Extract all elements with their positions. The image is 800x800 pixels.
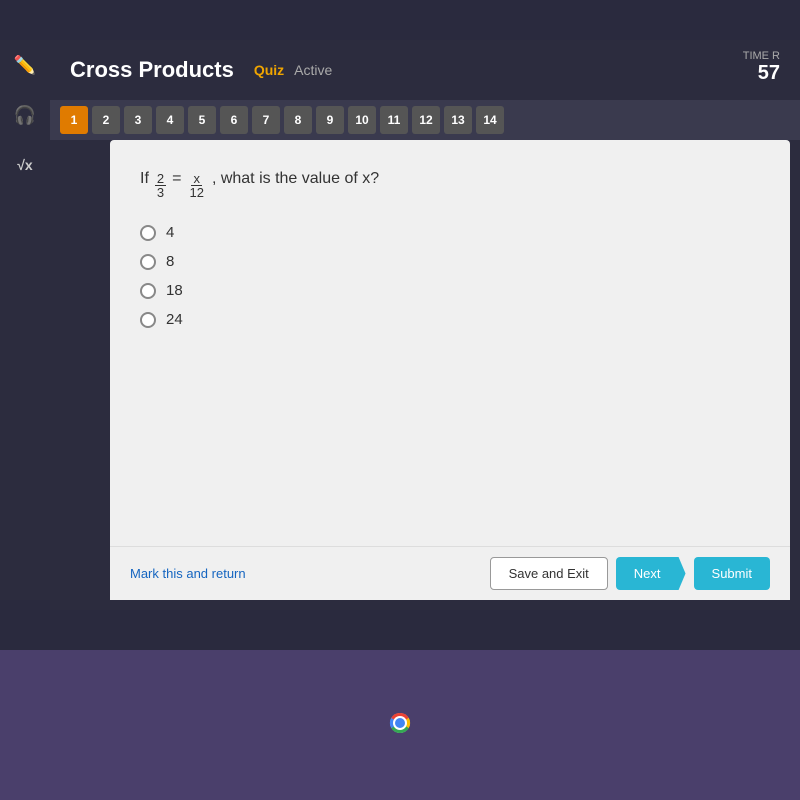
- question-num-14[interactable]: 14: [476, 106, 504, 134]
- question-num-1[interactable]: 1: [60, 106, 88, 134]
- question-num-13[interactable]: 13: [444, 106, 472, 134]
- question-num-9[interactable]: 9: [316, 106, 344, 134]
- timer-section: TIME R 57: [743, 50, 780, 85]
- question-num-3[interactable]: 3: [124, 106, 152, 134]
- question-bar: 1 2 3 4 5 6 7 8 9 10 11 12 13 14: [50, 100, 800, 140]
- timer-value: 57: [743, 62, 780, 85]
- question-suffix: , what is the value of x?: [212, 170, 379, 188]
- option-label-2: 8: [166, 253, 174, 270]
- mark-return-link[interactable]: Mark this and return: [130, 566, 246, 581]
- question-prefix: If: [140, 170, 149, 188]
- next-button[interactable]: Next: [616, 557, 686, 590]
- quiz-label: Quiz: [254, 62, 284, 78]
- pencil-icon[interactable]: ✏️: [10, 50, 40, 80]
- question-num-12[interactable]: 12: [412, 106, 440, 134]
- option-label-4: 24: [166, 311, 183, 328]
- fraction-2: x 12: [187, 172, 205, 199]
- submit-button[interactable]: Submit: [694, 557, 770, 590]
- quiz-footer: Mark this and return Save and Exit Next …: [110, 546, 790, 600]
- question-num-6[interactable]: 6: [220, 106, 248, 134]
- option-item-4[interactable]: 24: [140, 311, 760, 328]
- option-label-1: 4: [166, 224, 174, 241]
- options-list: 4 8 18 24: [140, 224, 760, 328]
- question-num-11[interactable]: 11: [380, 106, 408, 134]
- fraction2-denominator: 12: [187, 186, 205, 199]
- page-title: Cross Products: [70, 57, 234, 83]
- option-item-1[interactable]: 4: [140, 224, 760, 241]
- radio-option-2[interactable]: [140, 254, 156, 270]
- question-num-7[interactable]: 7: [252, 106, 280, 134]
- headphone-icon[interactable]: 🎧: [10, 100, 40, 130]
- timer-label: TIME R: [743, 50, 780, 62]
- radio-option-3[interactable]: [140, 283, 156, 299]
- equals-sign: =: [172, 170, 181, 188]
- option-label-3: 18: [166, 282, 183, 299]
- save-exit-button[interactable]: Save and Exit: [490, 557, 608, 590]
- header: Cross Products Quiz Active TIME R 57: [50, 40, 800, 100]
- fraction2-numerator: x: [191, 172, 202, 186]
- question-num-10[interactable]: 10: [348, 106, 376, 134]
- option-item-2[interactable]: 8: [140, 253, 760, 270]
- option-item-3[interactable]: 18: [140, 282, 760, 299]
- left-sidebar: ✏️ 🎧 √x: [0, 40, 50, 600]
- taskbar: [0, 650, 800, 800]
- main-area: Cross Products Quiz Active TIME R 57 1 2…: [50, 40, 800, 610]
- question-text: If 2 3 = x 12 , what is the value of x?: [140, 170, 760, 199]
- fraction1-numerator: 2: [155, 172, 166, 186]
- question-num-2[interactable]: 2: [92, 106, 120, 134]
- question-num-5[interactable]: 5: [188, 106, 216, 134]
- radio-option-4[interactable]: [140, 312, 156, 328]
- fraction-1: 2 3: [155, 172, 166, 199]
- fraction1-denominator: 3: [155, 186, 166, 199]
- chrome-icon[interactable]: [380, 703, 420, 748]
- radio-option-1[interactable]: [140, 225, 156, 241]
- quiz-inner: If 2 3 = x 12 , what is the value of x? …: [110, 140, 790, 600]
- math-icon[interactable]: √x: [10, 150, 40, 180]
- active-label: Active: [294, 62, 332, 78]
- quiz-panel: If 2 3 = x 12 , what is the value of x? …: [110, 140, 790, 600]
- question-num-4[interactable]: 4: [156, 106, 184, 134]
- footer-buttons: Save and Exit Next Submit: [490, 557, 770, 590]
- question-num-8[interactable]: 8: [284, 106, 312, 134]
